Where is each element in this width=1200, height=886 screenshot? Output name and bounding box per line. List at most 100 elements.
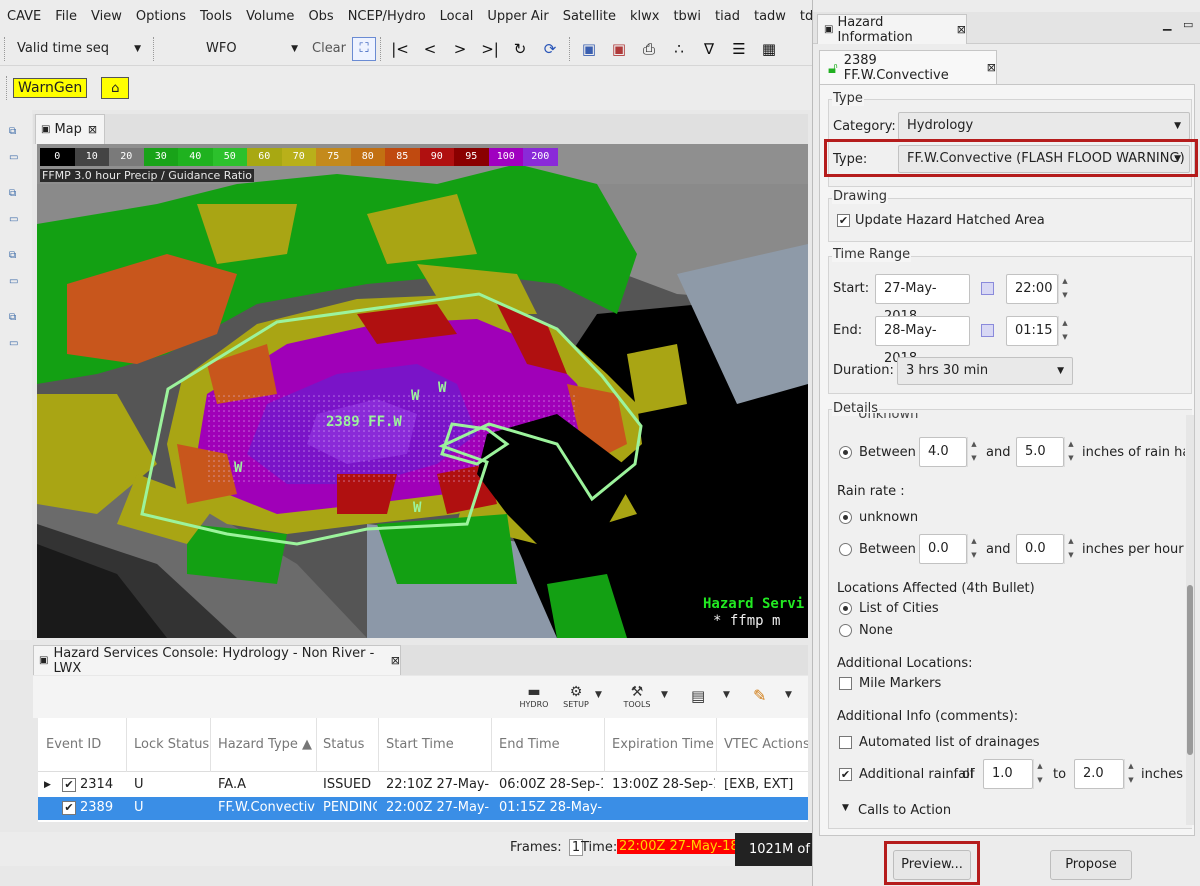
- view-icon[interactable]: ▭: [9, 338, 23, 350]
- expand-icon[interactable]: ▶: [44, 780, 51, 790]
- view-icon[interactable]: ▭: [9, 276, 23, 288]
- list-cities-radio[interactable]: [839, 602, 852, 615]
- time-seq-dropdown[interactable]: Valid time seq ▼: [9, 36, 149, 62]
- home-icon[interactable]: ⌂: [101, 77, 130, 99]
- addl-from-field[interactable]: 1.0: [983, 759, 1033, 789]
- menu-item-satellite[interactable]: Satellite: [556, 9, 623, 24]
- menu-item-tiad[interactable]: tiad: [708, 9, 747, 24]
- start-time-field[interactable]: 22:00: [1006, 274, 1058, 304]
- close-icon[interactable]: ⊠: [391, 654, 400, 667]
- category-dropdown[interactable]: Hydrology ▼: [898, 112, 1190, 140]
- calendar-icon[interactable]: [981, 324, 994, 337]
- additional-rainfall-checkbox[interactable]: ✔: [839, 768, 852, 781]
- row-checkbox[interactable]: ✔: [62, 801, 76, 815]
- menu-item-cave[interactable]: CAVE: [0, 9, 48, 24]
- restore-icon[interactable]: ⧉: [9, 250, 23, 262]
- column-vtec-actions[interactable]: VTEC Actions: [724, 737, 808, 752]
- maximize-icon[interactable]: ▭: [1183, 18, 1193, 31]
- view-icon[interactable]: ▭: [9, 214, 23, 226]
- rain-rate-between-radio[interactable]: [839, 543, 852, 556]
- details-scrollbar[interactable]: [1186, 415, 1194, 825]
- menu-item-file[interactable]: File: [48, 9, 84, 24]
- unknown-option-top[interactable]: Unknown: [858, 413, 918, 423]
- addl-to-spinner[interactable]: ▲ ▼: [1124, 759, 1137, 789]
- print-icon[interactable]: ⎙: [634, 36, 664, 62]
- automated-list-checkbox[interactable]: [839, 736, 852, 749]
- rate-from-spinner[interactable]: ▲ ▼: [967, 534, 980, 564]
- menu-item-options[interactable]: Options: [129, 9, 193, 24]
- zoom-fit-icon[interactable]: ⛶: [352, 36, 376, 61]
- close-icon[interactable]: ⊠: [88, 123, 97, 136]
- chevron-down-icon[interactable]: ▼: [842, 803, 849, 813]
- step-back-icon[interactable]: <: [415, 36, 445, 62]
- view-icon[interactable]: ▭: [9, 152, 23, 164]
- none-radio[interactable]: [839, 624, 852, 637]
- tools-button[interactable]: ⚒ TOOLS: [620, 684, 654, 709]
- addl-from-spinner[interactable]: ▲ ▼: [1033, 759, 1046, 789]
- menu-item-tbwi[interactable]: tbwi: [666, 9, 708, 24]
- column-start-time[interactable]: Start Time: [386, 737, 454, 752]
- scale-dropdown[interactable]: WFO ▼: [158, 36, 306, 62]
- setup-button[interactable]: ⚙ SETUP: [559, 684, 593, 709]
- menu-item-klwx[interactable]: klwx: [623, 9, 666, 24]
- step-forward-icon[interactable]: >: [445, 36, 475, 62]
- pencil-icon[interactable]: ✎: [753, 686, 766, 705]
- rain-to-field[interactable]: 5.0: [1016, 437, 1064, 467]
- warngen-button[interactable]: WarnGen: [13, 78, 88, 98]
- table-row[interactable]: ▶ ✔ 2314 U FA.A ISSUED 22:10Z 27-May-18 …: [38, 774, 808, 797]
- minimize-icon[interactable]: ▁: [1163, 18, 1171, 31]
- duration-dropdown[interactable]: 3 hrs 30 min ▼: [897, 357, 1073, 385]
- end-time-spinner[interactable]: ▲ ▼: [1058, 316, 1071, 346]
- rain-to-spinner[interactable]: ▲ ▼: [1064, 437, 1077, 467]
- propose-button[interactable]: Propose: [1050, 850, 1132, 880]
- tab-map[interactable]: ▣ Map ⊠: [35, 114, 105, 144]
- restore-icon[interactable]: ⧉: [9, 126, 23, 138]
- close-icon[interactable]: ⊠: [987, 61, 996, 74]
- legend-icon[interactable]: ☰: [724, 36, 754, 62]
- update-hatched-checkbox[interactable]: ✔: [837, 214, 850, 227]
- menu-item-tadw[interactable]: tadw: [747, 9, 793, 24]
- menu-item-volume[interactable]: Volume: [239, 9, 301, 24]
- menu-item-obs[interactable]: Obs: [301, 9, 340, 24]
- column-lock-status[interactable]: Lock Status: [134, 737, 209, 752]
- image-properties-icon[interactable]: ▣: [574, 36, 604, 62]
- mile-markers-checkbox[interactable]: [839, 677, 852, 690]
- menu-item-local[interactable]: Local: [433, 9, 481, 24]
- chevron-down-icon[interactable]: ▼: [595, 690, 602, 700]
- column-end-time[interactable]: End Time: [499, 737, 560, 752]
- first-frame-icon[interactable]: |<: [385, 36, 415, 62]
- calendar-icon[interactable]: [981, 282, 994, 295]
- chevron-down-icon[interactable]: ▼: [723, 690, 730, 700]
- column-event-id[interactable]: Event ID: [46, 737, 101, 752]
- close-icon[interactable]: ⊠: [957, 23, 966, 36]
- tab-hazard-information[interactable]: ▣ Hazard Information ⊠: [817, 14, 967, 45]
- chevron-down-icon[interactable]: ▼: [661, 690, 668, 700]
- loop-icon[interactable]: ↻: [505, 36, 535, 62]
- calls-to-action-label[interactable]: Calls to Action: [858, 803, 951, 818]
- between-radio[interactable]: [839, 446, 852, 459]
- rate-from-field[interactable]: 0.0: [919, 534, 967, 564]
- rain-rate-unknown-radio[interactable]: [839, 511, 852, 524]
- last-frame-icon[interactable]: >|: [475, 36, 505, 62]
- tab-hazard-console[interactable]: ▣ Hazard Services Console: Hydrology - N…: [33, 645, 401, 676]
- panel-layout-icon[interactable]: ▦: [754, 36, 784, 62]
- clear-button[interactable]: Clear: [306, 41, 352, 56]
- map-canvas[interactable]: 0 10 20 30 40 50 60 70 75 80 85 90 95 100 200 FFMP 3.0…: [37, 144, 808, 638]
- end-time-field[interactable]: 01:15: [1006, 316, 1058, 346]
- column-status[interactable]: Status: [323, 737, 364, 752]
- chevron-down-icon[interactable]: ▼: [785, 690, 792, 700]
- rate-to-field[interactable]: 0.0: [1016, 534, 1064, 564]
- row-checkbox[interactable]: ✔: [62, 778, 76, 792]
- rain-from-field[interactable]: 4.0: [919, 437, 967, 467]
- column-expiration-time[interactable]: Expiration Time: [612, 737, 714, 752]
- table-row-selected[interactable]: ✔ 2389 U FF.W.Convective PENDING 22:00Z …: [38, 797, 808, 820]
- start-date-field[interactable]: 27-May-2018: [875, 274, 970, 324]
- menu-item-upper-air[interactable]: Upper Air: [480, 9, 555, 24]
- tab-hazard-event[interactable]: 🔓︎ 2389 FF.W.Convective ⊠: [819, 50, 997, 84]
- document-icon[interactable]: ▤: [691, 687, 705, 705]
- menu-item-ncep-hydro[interactable]: NCEP/Hydro: [341, 9, 433, 24]
- end-date-field[interactable]: 28-May-2018: [875, 316, 970, 366]
- restore-icon[interactable]: ⧉: [9, 188, 23, 200]
- points-icon[interactable]: ∴: [664, 36, 694, 62]
- hydro-button[interactable]: ▬ HYDRO: [517, 684, 551, 709]
